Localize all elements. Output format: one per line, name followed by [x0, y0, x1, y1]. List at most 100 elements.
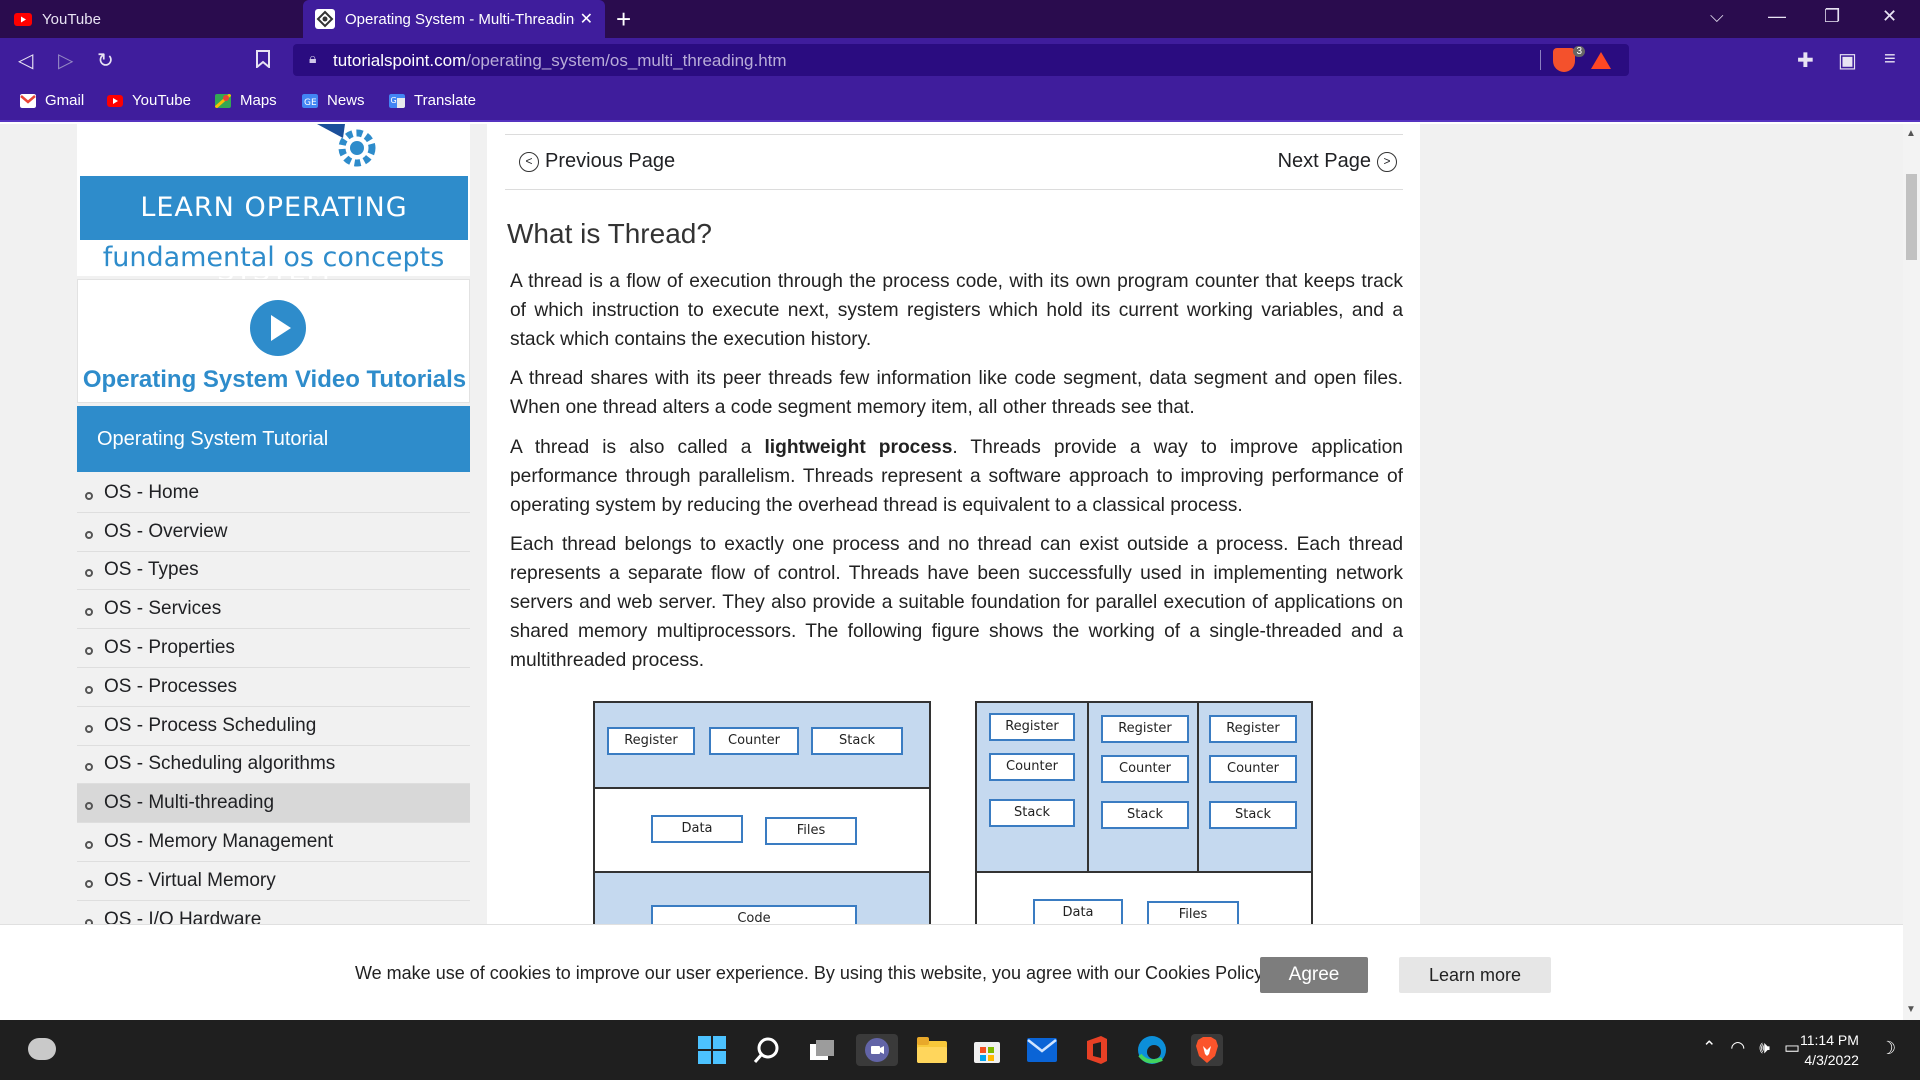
sidebar-item-properties[interactable]: OS - Properties [77, 629, 470, 668]
brave-icon[interactable] [1191, 1034, 1223, 1066]
data-box: Data [1033, 899, 1123, 924]
windows-taskbar: ⌃ ◠ 🕪︎ ▭ 11:14 PM 4/3/2022 ☽ [0, 1020, 1920, 1080]
data-box: Data [651, 815, 743, 843]
sidebar-item-multi-threading[interactable]: OS - Multi-threading [77, 784, 470, 824]
chevron-up-icon[interactable]: ⌃ [1702, 1038, 1716, 1058]
bookmark-label: Gmail [45, 92, 85, 109]
sidebar-nav: OS - Home OS - Overview OS - Types OS - … [77, 474, 470, 924]
sidebar-item-memory-management[interactable]: OS - Memory Management [77, 823, 470, 862]
reload-button[interactable]: ↻ [97, 48, 114, 73]
new-tab-button[interactable]: + [616, 4, 631, 35]
sidebar-item-label: OS - Virtual Memory [104, 869, 276, 891]
bullet-icon [85, 685, 93, 694]
wifi-icon[interactable]: ◠ [1730, 1038, 1745, 1058]
tab-youtube[interactable]: YouTube [0, 0, 300, 38]
browser-toolbar: ◁ ▷ ↻ 🔒︎ tutorialspoint.com/operating_sy… [0, 38, 1920, 82]
stack-box: Stack [811, 727, 903, 755]
notifications-icon[interactable]: ☽ [1880, 1038, 1896, 1059]
bookmark-gmail[interactable]: Gmail [20, 92, 84, 109]
minimize-button[interactable]: — [1768, 6, 1786, 27]
tab-title: Operating System - Multi-Threading [345, 10, 575, 28]
edge-icon[interactable] [1136, 1034, 1168, 1066]
restore-button[interactable]: ❐ [1824, 6, 1840, 27]
maps-icon [215, 93, 231, 108]
sidebar-item-label: OS - Services [104, 598, 222, 620]
url-domain: tutorialspoint.com [333, 51, 467, 70]
search-icon[interactable] [751, 1034, 783, 1066]
forward-button[interactable]: ▷ [58, 48, 73, 73]
volume-icon[interactable]: 🕪︎ [1759, 1038, 1770, 1058]
address-bar[interactable]: 🔒︎ tutorialspoint.com/operating_system/o… [293, 44, 1629, 76]
url-text[interactable]: tutorialspoint.com/operating_system/os_m… [333, 51, 787, 71]
svg-text:GE: GE [304, 98, 317, 108]
bookmark-icon[interactable] [256, 50, 270, 68]
sidebar-item-overview[interactable]: OS - Overview [77, 513, 470, 552]
sidebar-item-scheduling-algorithms[interactable]: OS - Scheduling algorithms [77, 746, 470, 785]
sidebar-item-io-hardware[interactable]: OS - I/O Hardware [77, 901, 470, 924]
page-scrollbar[interactable]: ▲ ▼ [1903, 124, 1920, 1020]
sidebar-item-label: OS - Types [104, 559, 199, 581]
sidebar-item-services[interactable]: OS - Services [77, 590, 470, 630]
register-box: Register [989, 713, 1075, 741]
shield-count-badge: 3 [1573, 46, 1585, 57]
extensions-icon[interactable]: ✚ [1797, 48, 1814, 73]
brave-rewards-icon[interactable] [1591, 52, 1611, 69]
bookmark-maps[interactable]: Maps [215, 92, 277, 109]
sidebar-item-home[interactable]: OS - Home [77, 474, 470, 513]
sidebar-item-processes[interactable]: OS - Processes [77, 668, 470, 707]
store-icon[interactable] [971, 1034, 1003, 1066]
start-icon[interactable] [696, 1034, 728, 1066]
youtube-icon [14, 12, 32, 26]
teams-chat-icon[interactable] [856, 1034, 898, 1066]
tab-operating-system[interactable]: Operating System - Multi-Threading ✕ [303, 0, 605, 38]
battery-icon[interactable]: ▭ [1784, 1038, 1800, 1058]
task-view-icon[interactable] [806, 1034, 838, 1066]
scroll-down-icon[interactable]: ▼ [1906, 1004, 1916, 1015]
bookmark-youtube[interactable]: YouTube [107, 92, 191, 109]
next-page-label: Next Page [1277, 150, 1371, 172]
sidebar-item-label: OS - Process Scheduling [104, 714, 317, 736]
system-tray: ⌃ ◠ 🕪︎ ▭ [1702, 1038, 1800, 1058]
mail-icon[interactable] [1026, 1034, 1058, 1066]
close-window-button[interactable]: ✕ [1882, 6, 1897, 27]
sidebar-item-label: OS - Home [104, 481, 200, 503]
play-icon [250, 300, 306, 356]
scroll-thumb[interactable] [1906, 174, 1917, 260]
previous-page-link[interactable]: < Previous Page [513, 150, 675, 173]
close-icon[interactable]: ✕ [580, 9, 593, 29]
paragraph: A thread is also called a lightweight pr… [510, 434, 1403, 520]
bookmark-label: Translate [414, 92, 476, 109]
next-page-link[interactable]: Next Page > [1278, 150, 1403, 173]
scroll-up-icon[interactable]: ▲ [1906, 128, 1916, 139]
sidebar-item-types[interactable]: OS - Types [77, 552, 470, 591]
chevron-down-icon[interactable]: ⌵ [1710, 6, 1724, 27]
bullet-icon [85, 608, 93, 617]
banner-subtitle: fundamental os concepts [102, 242, 445, 273]
stack-box: Stack [1101, 801, 1189, 829]
clock[interactable]: 11:14 PM 4/3/2022 [1800, 1030, 1859, 1070]
file-explorer-icon[interactable] [916, 1034, 948, 1066]
learn-more-button[interactable]: Learn more [1399, 957, 1551, 993]
sidebar-heading[interactable]: Operating System Tutorial [77, 406, 470, 472]
weather-icon[interactable] [28, 1038, 56, 1060]
bookmark-translate[interactable]: G Translate [389, 92, 476, 109]
office-icon[interactable] [1081, 1034, 1113, 1066]
video-tutorials-banner[interactable]: Operating System Video Tutorials [77, 279, 470, 403]
bullet-icon [85, 491, 93, 500]
register-box: Register [607, 727, 695, 755]
wallet-icon[interactable]: ▣ [1838, 48, 1857, 73]
menu-icon[interactable]: ≡ [1884, 48, 1896, 71]
divider [595, 787, 929, 789]
sidebar-item-label: OS - Overview [104, 520, 228, 542]
agree-button[interactable]: Agree [1260, 957, 1368, 993]
chevron-right-icon: > [1377, 151, 1397, 172]
sidebar-item-virtual-memory[interactable]: OS - Virtual Memory [77, 862, 470, 901]
pager: < Previous Page Next Page > [505, 134, 1403, 190]
back-button[interactable]: ◁ [18, 48, 33, 73]
gear-icon [317, 124, 376, 167]
chevron-left-icon: < [519, 151, 539, 172]
brave-shield-icon[interactable] [1553, 48, 1575, 72]
sidebar-item-process-scheduling[interactable]: OS - Process Scheduling [77, 707, 470, 746]
os-course-banner[interactable]: LEARN OPERATING SYSTEM fundamental os co… [77, 124, 470, 287]
bookmark-news[interactable]: GE News [302, 92, 365, 109]
